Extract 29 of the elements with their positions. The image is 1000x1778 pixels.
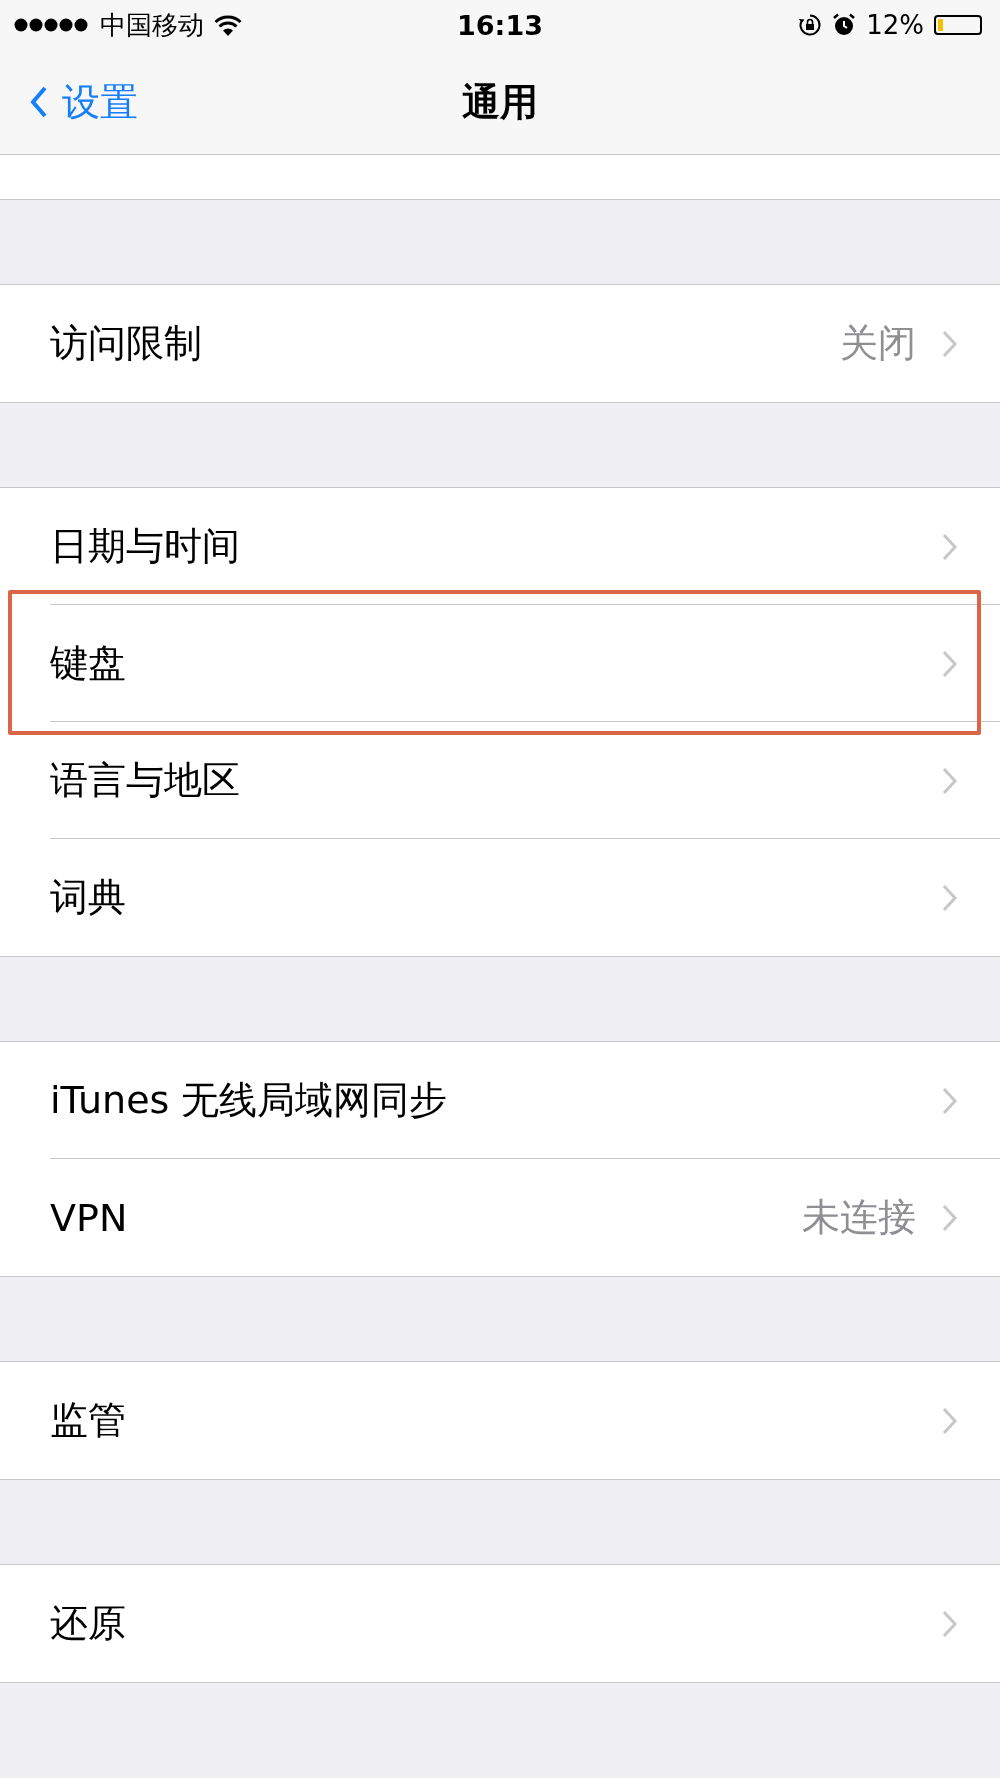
signal-icon	[14, 18, 90, 32]
settings-row[interactable]: 语言与地区	[0, 722, 1000, 839]
rotation-lock-icon	[798, 13, 823, 37]
settings-row[interactable]: 还原	[0, 1565, 1000, 1682]
status-time: 16:13	[457, 9, 543, 41]
back-chevron-icon	[30, 86, 48, 118]
alarm-clock-icon	[832, 13, 857, 37]
carrier-name: 中国移动	[100, 8, 204, 42]
settings-row[interactable]: 访问限制 关闭	[0, 285, 1000, 402]
settings-row[interactable]: 监管	[0, 1362, 1000, 1479]
page-title: 通用	[462, 78, 538, 126]
battery-percentage: 12%	[866, 10, 924, 40]
chevron-icon	[942, 1203, 958, 1232]
chevron-icon	[942, 883, 958, 912]
settings-row[interactable]: iTunes 无线局域网同步	[0, 1042, 1000, 1159]
settings-row[interactable]: 词典	[0, 839, 1000, 956]
chevron-icon	[942, 649, 958, 678]
chevron-icon	[942, 1086, 958, 1115]
settings-row[interactable]: 键盘	[0, 605, 1000, 722]
settings-row[interactable]: VPN 未连接	[0, 1159, 1000, 1276]
wifi-icon	[214, 14, 242, 36]
chevron-icon	[942, 766, 958, 795]
settings-row[interactable]: 日期与时间	[0, 488, 1000, 605]
battery-icon	[934, 15, 982, 35]
chevron-icon	[942, 532, 958, 561]
chevron-icon	[942, 329, 958, 358]
chevron-icon	[942, 1609, 958, 1638]
back-button[interactable]: 设置	[0, 76, 138, 128]
chevron-icon	[942, 1406, 958, 1435]
